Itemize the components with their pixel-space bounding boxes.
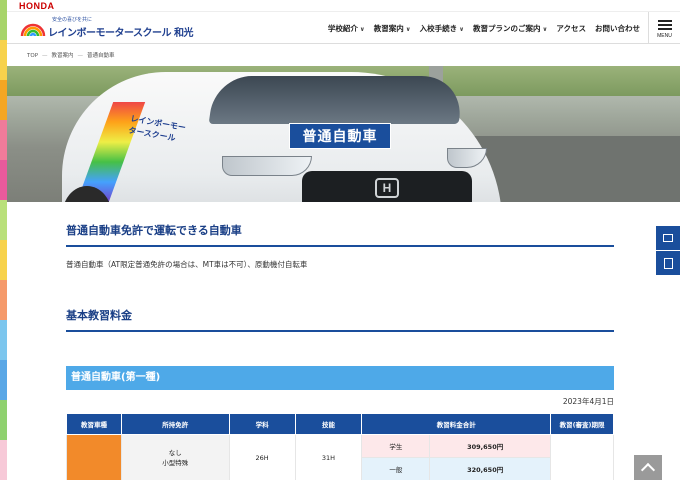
hero-title: 普通自動車 <box>289 123 391 149</box>
nav-school-intro[interactable]: 学校紹介 ∨ <box>328 23 365 34</box>
breadcrumb-current: 普通自動車 <box>87 53 115 59</box>
menu-label: MENU <box>657 32 672 39</box>
nav-plans[interactable]: 教習プランのご案内 ∨ <box>473 23 547 34</box>
section-heading-fees: 基本教習料金 <box>66 307 614 332</box>
academic-hours: 26H <box>228 434 296 480</box>
chevron-down-icon: ∨ <box>359 25 365 33</box>
document-icon <box>663 257 673 269</box>
school-logo[interactable]: 安全の喜びを共に レインボーモータースクール 和光 <box>20 16 193 40</box>
main-nav: 学校紹介 ∨ 教習案内 ∨ 入校手続き ∨ 教習プランのご案内 ∨ アクセス お問い合わ… <box>328 12 640 44</box>
menu-button[interactable]: MENU <box>648 12 680 44</box>
logo-name: レインボーモータースクール 和光 <box>48 28 193 39</box>
logo-tagline: 安全の喜びを共に <box>52 17 93 23</box>
chevron-down-icon: ∨ <box>459 25 464 33</box>
skill-hours: 31H <box>294 434 363 480</box>
fee-date: 2023年4月1日 <box>562 397 614 406</box>
header-total: 教習料金合計 <box>361 413 552 435</box>
nav-access[interactable]: アクセス <box>556 23 586 34</box>
license-cell: なし 小型特殊 <box>120 434 230 480</box>
rainbow-logo-icon <box>20 23 46 37</box>
hamburger-icon <box>657 18 672 32</box>
breadcrumb-training-guide[interactable]: 教習案内 <box>52 53 74 59</box>
main-content: 普通自動車免許で運転できる自動車 普通自動車（AT限定普通免許の場合は、MT車は… <box>66 222 614 332</box>
fee-table: 教習車種 所持免許 学科 技能 教習料金合計 教習(審査)期限 なし 小型特殊 2… <box>66 413 614 480</box>
deadline-cell <box>550 434 614 480</box>
fee-category-bar: 普通自動車(第一種) <box>66 366 614 390</box>
fee-type-general: 一般 <box>361 457 431 480</box>
honda-logo[interactable]: HONDA <box>19 1 55 11</box>
honda-bar: HONDA <box>7 0 680 12</box>
nav-enrollment[interactable]: 入校手続き ∨ <box>420 23 464 34</box>
honda-emblem-icon: H <box>375 178 399 198</box>
fee-price-student: 309,650円 <box>429 434 552 458</box>
header-skill: 技能 <box>294 413 363 435</box>
rainbow-stripe <box>0 0 7 480</box>
header-license: 所持免許 <box>120 413 230 435</box>
section-heading-license: 普通自動車免許で運転できる自動車 <box>66 222 614 247</box>
breadcrumb-top[interactable]: TOP <box>27 53 38 59</box>
header-vehicle: 教習車種 <box>66 413 122 435</box>
table-header-row: 教習車種 所持免許 学科 技能 教習料金合計 教習(審査)期限 <box>66 413 614 435</box>
chevron-down-icon: ∨ <box>542 25 548 33</box>
back-to-top-button[interactable] <box>634 455 662 480</box>
header-academic: 学科 <box>228 413 296 435</box>
breadcrumb: TOP — 教習案内 — 普通自動車 <box>27 53 115 59</box>
fee-type-student: 学生 <box>361 434 431 458</box>
header-deadline: 教習(審査)期限 <box>550 413 614 435</box>
chevron-down-icon: ∨ <box>405 25 411 33</box>
site-header: 安全の喜びを共に レインボーモータースクール 和光 学校紹介 ∨ 教習案内 ∨ 入校… <box>7 12 680 44</box>
fee-price-general: 320,650円 <box>429 457 552 480</box>
license-description: 普通自動車（AT限定普通免許の場合は、MT車は不可）、原動機付自転車 <box>66 260 308 269</box>
chevron-up-icon <box>640 462 656 478</box>
nav-contact[interactable]: お問い合わせ <box>595 23 640 34</box>
side-document-button[interactable] <box>656 251 680 275</box>
vehicle-color-swatch <box>66 434 122 480</box>
nav-training-guide[interactable]: 教習案内 ∨ <box>374 23 411 34</box>
table-row: なし 小型特殊 26H 31H 学生 309,650円 <box>66 434 614 480</box>
mail-icon <box>663 234 673 242</box>
side-mail-button[interactable] <box>656 226 680 250</box>
